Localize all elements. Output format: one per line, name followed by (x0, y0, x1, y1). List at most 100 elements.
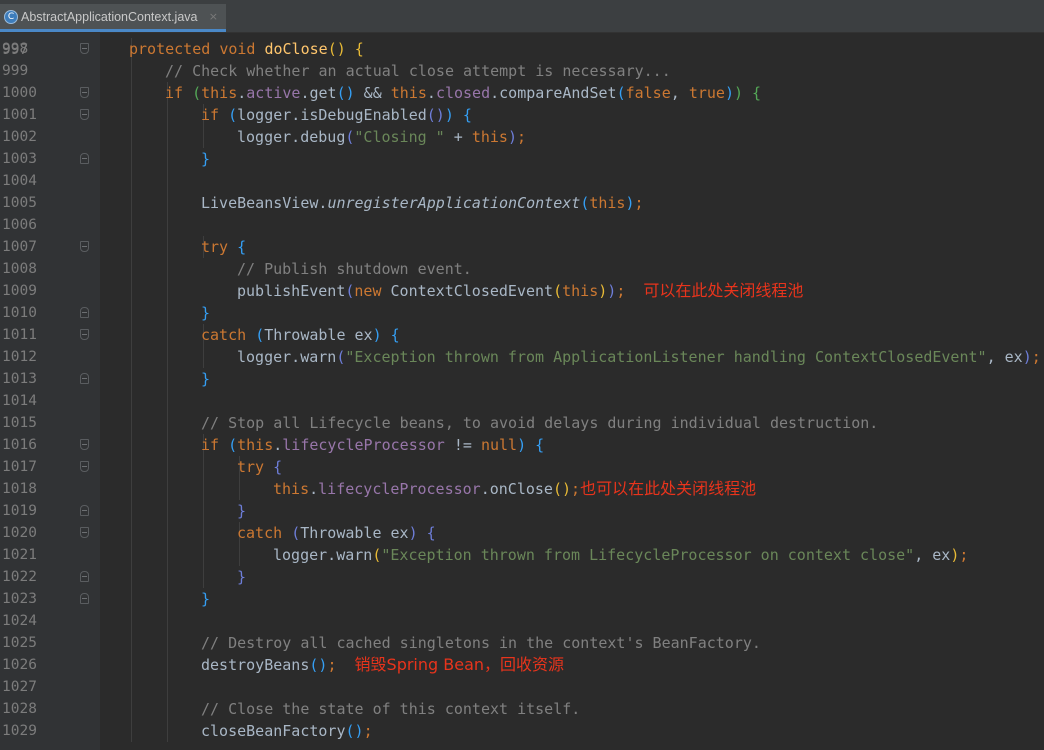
tab-filename: AbstractApplicationContext.java (21, 9, 198, 24)
line-number: 1025 (2, 635, 37, 651)
fold-expand-marker-icon[interactable] (80, 241, 89, 252)
code-line[interactable]: 1017 try { (0, 456, 1044, 478)
fold-expand-marker-icon[interactable] (80, 43, 89, 54)
code-line[interactable]: 1007 try { (0, 236, 1044, 258)
code-line[interactable]: 1013} (0, 368, 1044, 390)
code-line[interactable]: 1020 catch (Throwable ex) { (0, 522, 1044, 544)
code-line[interactable]: 1002 logger.debug("Closing " + this); (0, 126, 1044, 148)
fold-expand-marker-icon[interactable] (80, 527, 89, 538)
code-token: this (471, 128, 508, 146)
code-line[interactable]: 1027 (0, 676, 1044, 698)
line-number: 1023 (2, 591, 37, 607)
close-tab-icon[interactable]: × (209, 10, 218, 23)
annotation-note: 也可以在此处关闭线程池 (580, 479, 757, 498)
fold-end-marker-icon[interactable] (80, 505, 89, 516)
file-tab[interactable]: C AbstractApplicationContext.java × (0, 4, 226, 32)
code-token: () (336, 84, 355, 102)
fold-end-marker-icon[interactable] (80, 593, 89, 604)
fold-end-marker-icon[interactable] (80, 307, 89, 318)
code-line[interactable]: 1022} (0, 566, 1044, 588)
line-number: 1002 (2, 129, 37, 145)
code-token: closeBeanFactory (201, 722, 346, 740)
code-line[interactable]: 1014 (0, 390, 1044, 412)
code-line[interactable]: 1015 // Stop all Lifecycle beans, to avoi… (0, 412, 1044, 434)
code-text: try { (201, 236, 246, 258)
fold-end-marker-icon[interactable] (80, 373, 89, 384)
line-number: 1028 (2, 701, 37, 717)
line-number: 1022 (2, 569, 37, 585)
code-line[interactable]: 1025 // Destroy all cached singletons in … (0, 632, 1044, 654)
code-line[interactable]: 1029 closeBeanFactory(); (0, 720, 1044, 742)
code-line[interactable]: 1008 // Publish shutdown event. (0, 258, 1044, 280)
code-token: , ex (986, 348, 1023, 366)
code-line[interactable]: 1018 this.lifecycleProcessor.onClose();也可… (0, 478, 1044, 500)
code-token: ( (255, 326, 265, 344)
code-line[interactable]: 1028 // Close the state of this context i… (0, 698, 1044, 720)
code-line[interactable]: 1003} (0, 148, 1044, 170)
code-token: ) (598, 282, 608, 300)
code-line[interactable]: 1004 (0, 170, 1044, 192)
line-number: 1006 (2, 217, 37, 233)
code-token: . (237, 84, 247, 102)
code-text: protected void doClose() { (129, 38, 364, 60)
code-line[interactable]: 1021 logger.warn("Exception thrown from L… (0, 544, 1044, 566)
line-number: 1015 (2, 415, 37, 431)
code-line[interactable]: 1000 if (this.active.get() && this.closed… (0, 82, 1044, 104)
code-line[interactable]: 1023} (0, 588, 1044, 610)
fold-expand-marker-icon[interactable] (80, 87, 89, 98)
code-token: catch (237, 524, 292, 542)
code-line[interactable]: 1026 destroyBeans(); 销毁Spring Bean，回收资源 (0, 654, 1044, 676)
code-token: // Check whether an actual close attempt… (165, 62, 671, 80)
code-line[interactable]: 1005 LiveBeansView.unregisterApplicationC… (0, 192, 1044, 214)
code-token: ) (507, 128, 517, 146)
fold-end-marker-icon[interactable] (80, 571, 89, 582)
fold-end-marker-icon[interactable] (80, 153, 89, 164)
code-text: LiveBeansView.unregisterApplicationConte… (201, 192, 644, 214)
line-number: 1004 (2, 173, 37, 189)
code-token: && (354, 84, 391, 102)
code-token: LiveBeansView. (201, 194, 328, 212)
fold-expand-marker-icon[interactable] (80, 109, 89, 120)
code-text: this.lifecycleProcessor.onClose();也可以在此处… (273, 478, 756, 500)
line-number: 1008 (2, 261, 37, 277)
code-token: // Publish shutdown event. (237, 260, 472, 278)
code-editor[interactable]: 997 998 protected void doClose() {999// C… (0, 33, 1044, 750)
code-line[interactable]: 998 protected void doClose() { (0, 38, 1044, 60)
code-text: } (201, 368, 210, 390)
code-token: true (688, 84, 725, 102)
code-line[interactable]: 1016 if (this.lifecycleProcessor != null)… (0, 434, 1044, 456)
line-number: 1010 (2, 305, 37, 321)
code-token: this (562, 282, 599, 300)
code-line[interactable]: 1009 publishEvent(new ContextClosedEvent(… (0, 280, 1044, 302)
code-token: logger.warn (273, 546, 373, 564)
code-token: // Stop all Lifecycle beans, to avoid de… (201, 414, 879, 432)
code-token: ; (1031, 348, 1041, 366)
code-token: ( (580, 194, 590, 212)
code-line[interactable]: 1010} (0, 302, 1044, 324)
fold-expand-marker-icon[interactable] (80, 461, 89, 472)
code-token: { (237, 238, 247, 256)
code-line[interactable]: 999 // Check whether an actual close atte… (0, 60, 1044, 82)
fold-expand-marker-icon[interactable] (80, 439, 89, 450)
code-token: () (309, 656, 328, 674)
code-token: } (201, 150, 211, 168)
fold-expand-marker-icon[interactable] (80, 329, 89, 340)
code-text: catch (Throwable ex) { (201, 324, 400, 346)
code-line[interactable]: 1024 (0, 610, 1044, 632)
code-token: onClose (489, 480, 553, 498)
code-line[interactable]: 1011 catch (Throwable ex) { (0, 324, 1044, 346)
code-token: ) (607, 282, 617, 300)
code-line[interactable]: 1001 if (logger.isDebugEnabled()) { (0, 104, 1044, 126)
code-line[interactable]: 1012 logger.warn("Exception thrown from A… (0, 346, 1044, 368)
line-number: 1016 (2, 437, 37, 453)
code-line[interactable]: 1006 (0, 214, 1044, 236)
code-token: ( (228, 106, 238, 124)
code-line[interactable]: 1019} (0, 500, 1044, 522)
code-token: ) (408, 524, 418, 542)
code-text: if (this.active.get() && this.closed.com… (165, 82, 761, 104)
line-number: 999 (2, 63, 29, 79)
code-token: closed (435, 84, 491, 102)
